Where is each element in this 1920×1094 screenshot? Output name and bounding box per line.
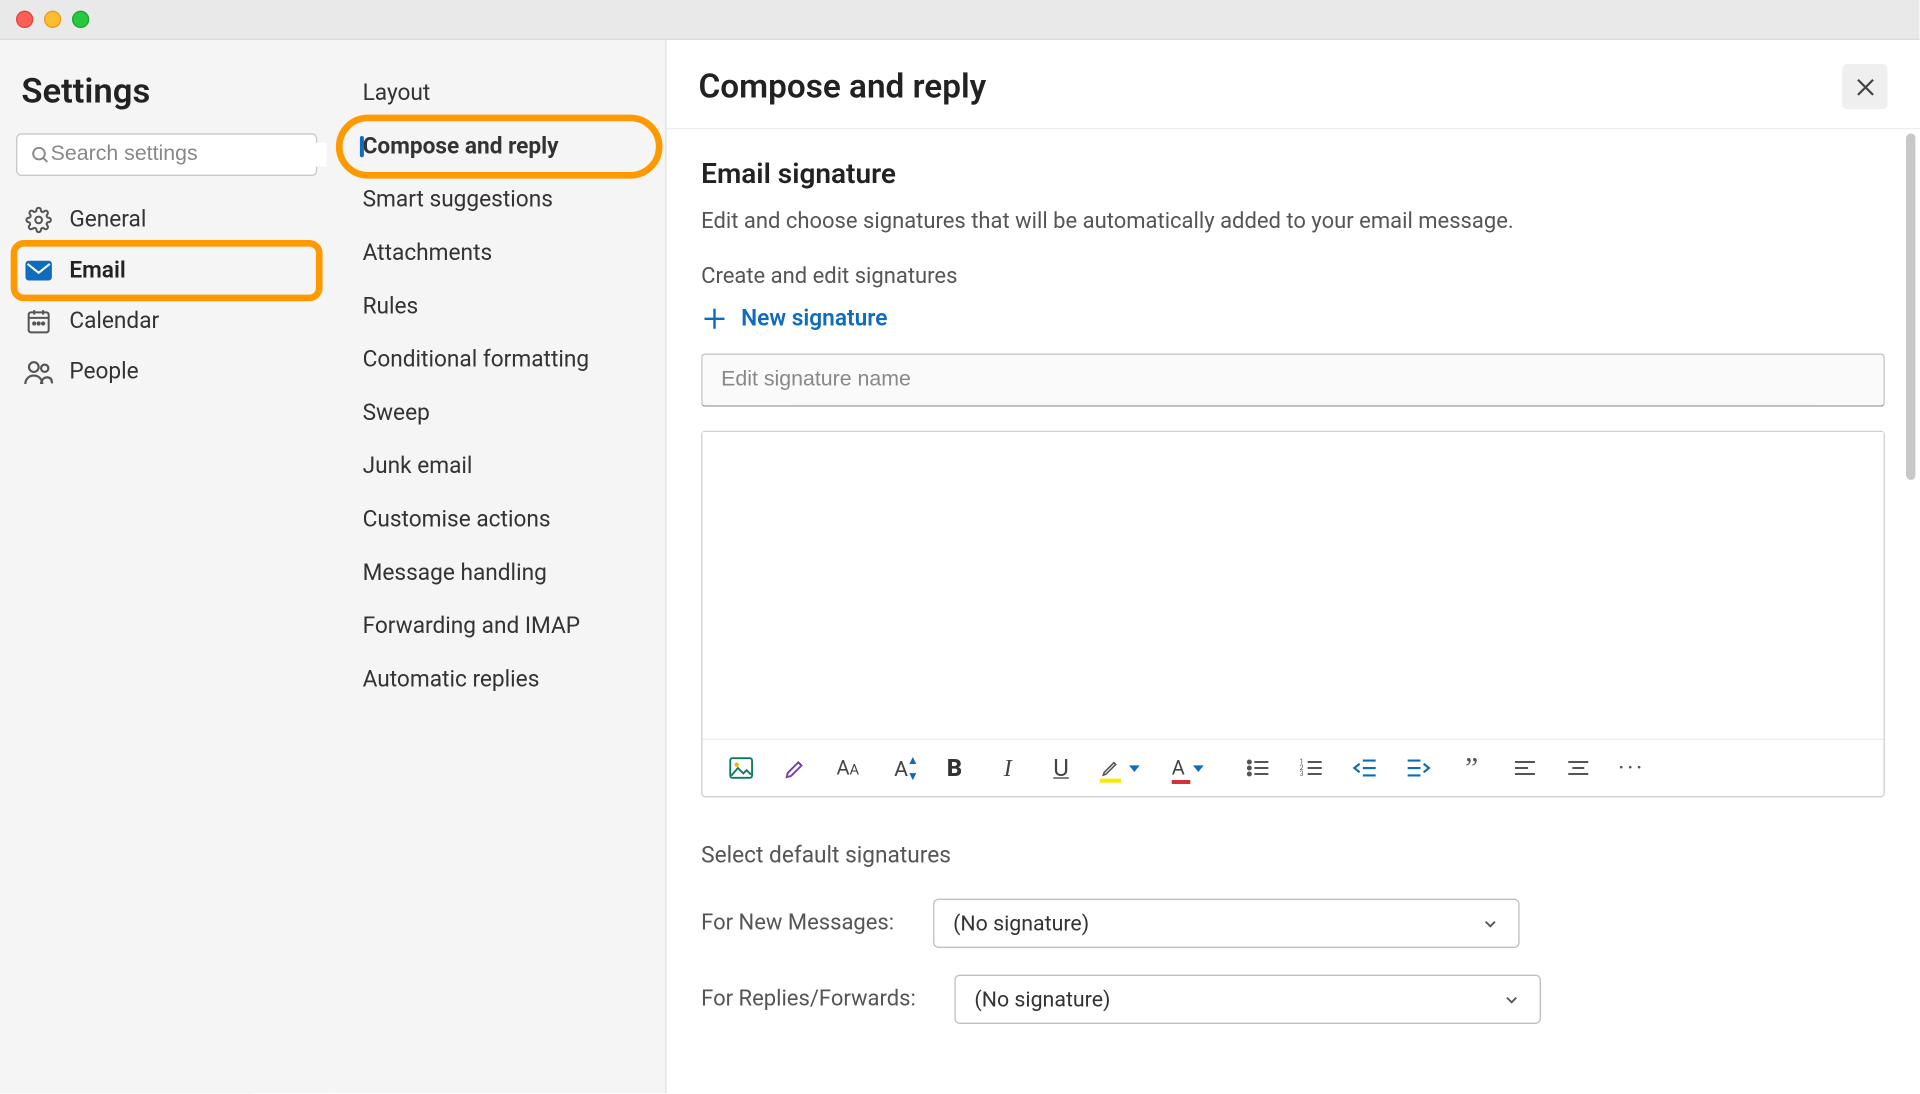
close-button[interactable] — [1842, 64, 1887, 109]
align-center-icon[interactable] — [1564, 753, 1593, 782]
font-family-icon[interactable]: AA — [833, 753, 862, 782]
signature-editor: AA A▲▼ BIU A 123 ” ··· — [701, 431, 1885, 798]
signature-name-input[interactable] — [701, 353, 1885, 406]
settings-content: Compose and reply Email signature Edit a… — [667, 40, 1920, 1093]
gear-icon — [24, 205, 53, 234]
number-list-icon[interactable]: 123 — [1297, 753, 1326, 782]
signature-body-input[interactable] — [702, 432, 1883, 739]
settings-section-list: LayoutCompose and replySmart suggestions… — [333, 40, 666, 1093]
plus-icon — [701, 305, 728, 332]
new-signature-label: New signature — [741, 305, 887, 332]
content-header: Compose and reply — [667, 40, 1920, 129]
font-size-icon[interactable]: A▲▼ — [886, 753, 915, 782]
sidebar-item-label: Calendar — [69, 308, 159, 335]
text-highlight-color-icon[interactable] — [1100, 753, 1148, 782]
outdent-icon[interactable] — [1350, 753, 1379, 782]
sidebar-item-email[interactable]: Email — [16, 245, 317, 296]
new-messages-label: For New Messages: — [701, 910, 914, 935]
window-maximize-icon[interactable] — [72, 11, 89, 28]
close-icon — [1854, 75, 1877, 98]
section-title: Email signature — [701, 159, 1885, 191]
section-item-smart-suggestions[interactable]: Smart suggestions — [333, 173, 665, 226]
quote-icon[interactable]: ” — [1457, 753, 1486, 782]
section-item-forwarding-and-imap[interactable]: Forwarding and IMAP — [333, 600, 665, 653]
sidebar-item-people[interactable]: People — [16, 347, 317, 398]
secondary-nav: LayoutCompose and replySmart suggestions… — [333, 67, 665, 707]
font-color-icon[interactable]: A — [1172, 753, 1220, 782]
mail-icon — [24, 256, 53, 285]
content-scrollbar[interactable] — [1906, 133, 1915, 480]
settings-heading: Settings — [21, 72, 317, 112]
window-titlebar — [0, 0, 1920, 40]
bullet-list-icon[interactable] — [1244, 753, 1273, 782]
section-item-compose-and-reply[interactable]: Compose and reply — [341, 120, 657, 173]
replies-label: For Replies/Forwards: — [701, 986, 936, 1011]
sidebar-item-label: Email — [69, 257, 125, 284]
highlighter-icon[interactable] — [780, 753, 809, 782]
page-title: Compose and reply — [698, 67, 986, 106]
editor-toolbar: AA A▲▼ BIU A 123 ” ··· — [702, 738, 1883, 795]
image-icon[interactable] — [726, 753, 755, 782]
section-item-sweep[interactable]: Sweep — [333, 387, 665, 440]
sidebar-item-calendar[interactable]: Calendar — [16, 296, 317, 347]
section-item-junk-email[interactable]: Junk email — [333, 440, 665, 493]
align-left-icon[interactable] — [1510, 753, 1539, 782]
section-item-customise-actions[interactable]: Customise actions — [333, 493, 665, 546]
window-minimize-icon[interactable] — [44, 11, 61, 28]
svg-text:3: 3 — [1300, 770, 1304, 778]
search-input-wrap[interactable] — [16, 133, 317, 176]
more-icon[interactable]: ··· — [1617, 753, 1646, 782]
new-messages-select[interactable]: (No signature) — [933, 898, 1520, 947]
bold-icon[interactable]: B — [940, 753, 969, 782]
replies-select[interactable]: (No signature) — [954, 974, 1541, 1023]
section-item-layout[interactable]: Layout — [333, 67, 665, 120]
section-item-conditional-formatting[interactable]: Conditional formatting — [333, 333, 665, 386]
replies-value: (No signature) — [974, 986, 1110, 1011]
section-item-automatic-replies[interactable]: Automatic replies — [333, 653, 665, 706]
chevron-down-icon — [1502, 990, 1521, 1009]
search-input[interactable] — [51, 143, 327, 167]
chevron-down-icon — [1481, 914, 1500, 933]
settings-sidebar: Settings General Email Calendar People — [0, 40, 333, 1093]
sidebar-item-label: People — [69, 359, 138, 386]
section-item-rules[interactable]: Rules — [333, 280, 665, 333]
italic-icon[interactable]: I — [993, 753, 1022, 782]
new-signature-button[interactable]: New signature — [701, 305, 1885, 332]
indent-icon[interactable] — [1404, 753, 1433, 782]
section-subhead: Create and edit signatures — [701, 264, 1885, 289]
window-close-icon[interactable] — [16, 11, 33, 28]
sidebar-item-general[interactable]: General — [16, 195, 317, 246]
primary-nav: General Email Calendar People — [16, 195, 317, 398]
section-item-message-handling[interactable]: Message handling — [333, 547, 665, 600]
new-messages-value: (No signature) — [953, 910, 1089, 935]
defaults-title: Select default signatures — [701, 842, 1885, 869]
section-item-attachments[interactable]: Attachments — [333, 227, 665, 280]
search-icon — [31, 145, 51, 165]
people-icon — [24, 357, 53, 386]
underline-icon[interactable]: U — [1046, 753, 1075, 782]
calendar-icon — [24, 307, 53, 336]
sidebar-item-label: General — [69, 207, 146, 234]
section-help: Edit and choose signatures that will be … — [701, 209, 1885, 234]
